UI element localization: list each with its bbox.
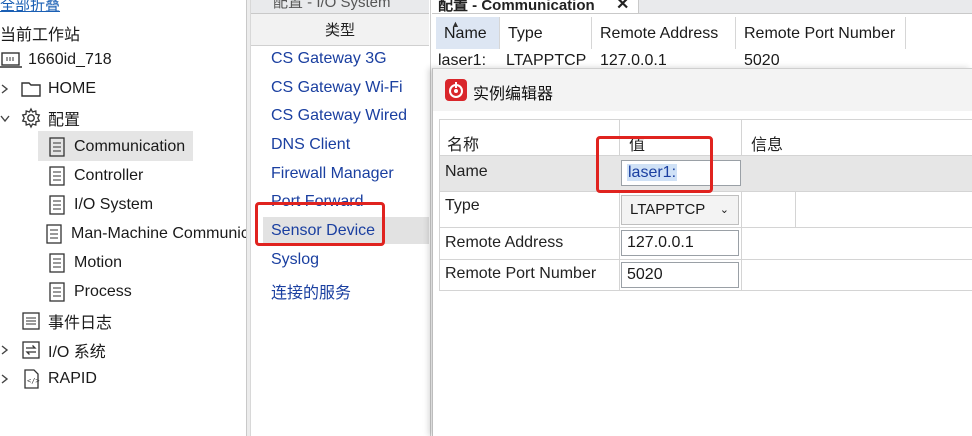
current-station-label: 当前工作站: [0, 27, 81, 44]
column-header-remote-port[interactable]: Remote Port Number: [736, 17, 906, 49]
tree-station-row[interactable]: 1660id_718: [0, 47, 112, 73]
chevron-down-icon[interactable]: [0, 113, 10, 123]
close-tab-icon[interactable]: ✕: [616, 0, 629, 13]
document-icon: [46, 165, 68, 187]
tree-item-process[interactable]: Process: [46, 279, 132, 305]
column-header-name[interactable]: Name: [436, 17, 500, 49]
chevron-right-icon[interactable]: [0, 345, 10, 355]
table-cell-type[interactable]: LTAPPTCP: [498, 49, 592, 69]
tree-item-rapid[interactable]: </> RAPID: [0, 366, 97, 392]
station-icon: [0, 49, 22, 71]
tree-item-motion[interactable]: Motion: [46, 250, 122, 276]
tab-io-system[interactable]: 配置 - I/O System: [251, 0, 429, 14]
column-header-remote-address[interactable]: Remote Address: [592, 17, 736, 49]
annotation-highlight-value: [596, 136, 713, 193]
annotation-highlight-sensor-device: [255, 202, 385, 246]
abb-app-icon: [445, 79, 467, 101]
type-dropdown[interactable]: LTAPPTCP ⌄: [621, 195, 739, 225]
type-item-connected-services[interactable]: 连接的服务: [271, 279, 351, 303]
chevron-right-icon[interactable]: [0, 84, 10, 94]
document-icon: [46, 194, 68, 216]
table-cell-remote-port[interactable]: 5020: [736, 49, 906, 69]
grid-header-info: 信息: [751, 137, 784, 154]
collapse-all-link[interactable]: 全部折叠: [0, 0, 60, 15]
svg-text:</>: </>: [27, 377, 40, 385]
tree-item-controller[interactable]: Controller: [46, 163, 143, 189]
document-icon: [46, 252, 68, 274]
table-cell-remote-address[interactable]: 127.0.0.1: [592, 49, 736, 69]
type-item-dns-client[interactable]: DNS Client: [271, 136, 350, 154]
field-label-remote-address: Remote Address: [445, 234, 564, 251]
type-panel: 配置 - I/O System 类型 CS Gateway 3G CS Gate…: [251, 0, 431, 436]
gear-icon: [20, 107, 42, 129]
document-icon: [46, 281, 68, 303]
tree-item-home[interactable]: HOME: [0, 76, 96, 102]
document-icon: [46, 136, 68, 158]
tree-item-man-machine[interactable]: Man-Machine Communic: [43, 221, 249, 247]
chevron-down-icon: ⌄: [719, 204, 729, 216]
tree-item-event-log[interactable]: 事件日志: [20, 308, 112, 334]
column-header-type[interactable]: Type: [500, 17, 592, 49]
type-item-cs-gateway-3g[interactable]: CS Gateway 3G: [271, 50, 387, 68]
rapid-icon: </>: [20, 368, 42, 390]
folder-icon: [20, 78, 42, 100]
table-cell-name[interactable]: laser1:: [432, 49, 500, 69]
type-item-firewall-manager[interactable]: Firewall Manager: [271, 165, 394, 183]
tree-item-io-system[interactable]: I/O System: [46, 192, 153, 218]
grid-header-name: 名称: [447, 137, 480, 154]
chevron-right-icon[interactable]: [0, 374, 10, 384]
type-item-cs-gateway-wired[interactable]: CS Gateway Wired: [271, 107, 407, 125]
document-icon: [43, 223, 65, 245]
dialog-title: 实例编辑器: [473, 86, 554, 103]
field-label-remote-port: Remote Port Number: [445, 265, 597, 282]
tree-item-config[interactable]: 配置: [0, 105, 80, 131]
station-label: 1660id_718: [28, 51, 112, 68]
field-label-name: Name: [445, 163, 488, 180]
instance-editor-dialog: 实例编辑器 名称 值 信息 Name laser1: Type LTAPPTCP…: [432, 68, 972, 436]
event-log-icon: [20, 310, 42, 332]
type-column-header[interactable]: 类型: [251, 14, 429, 46]
type-item-syslog[interactable]: Syslog: [271, 251, 319, 269]
tree-panel: 全部折叠 当前工作站 1660id_718 HOME 配置 Communicat…: [0, 0, 249, 436]
io-system-icon: [20, 339, 42, 361]
remote-port-input[interactable]: 5020: [621, 262, 739, 288]
field-label-type: Type: [445, 197, 480, 214]
tab-communication[interactable]: 配置 - Communication ✕: [432, 0, 972, 14]
type-item-cs-gateway-wifi[interactable]: CS Gateway Wi-Fi: [271, 79, 403, 97]
sort-up-icon: ▲: [451, 19, 460, 29]
remote-address-input[interactable]: 127.0.0.1: [621, 230, 739, 256]
tree-item-communication[interactable]: Communication: [46, 134, 185, 160]
tree-item-io-system-root[interactable]: I/O 系统: [0, 337, 106, 363]
